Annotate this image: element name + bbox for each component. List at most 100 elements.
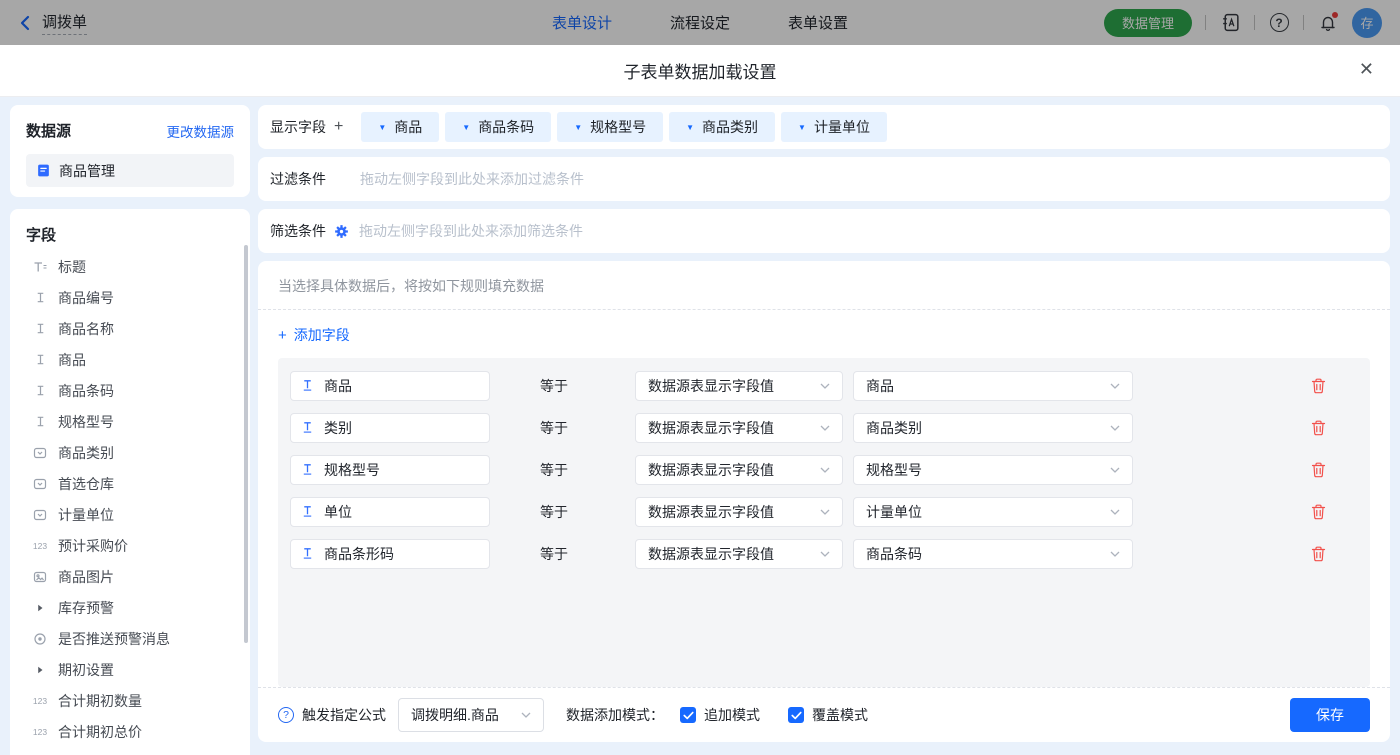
- add-field-button[interactable]: + 添加字段: [258, 310, 370, 358]
- filter-condition-label: 过滤条件: [270, 171, 326, 187]
- field-item[interactable]: 期初设置: [26, 654, 234, 685]
- display-field-tag[interactable]: ▼ 商品类别: [669, 112, 776, 142]
- delete-rule-icon[interactable]: [1311, 504, 1326, 520]
- caret-down-icon: ▼: [798, 122, 806, 132]
- field-item[interactable]: 商品图片: [26, 561, 234, 592]
- source-type-select[interactable]: 数据源表显示字段值: [635, 455, 843, 485]
- source-field-select[interactable]: 商品: [853, 371, 1133, 401]
- form-name[interactable]: 调拨单: [42, 11, 88, 35]
- topbar-tabs: 表单设计 流程设定 表单设置: [552, 12, 848, 33]
- fields-title: 字段: [26, 227, 57, 244]
- field-item[interactable]: 计量单位: [26, 499, 234, 530]
- chevron-down-icon: [1110, 425, 1120, 431]
- gear-icon[interactable]: [334, 224, 349, 239]
- source-field-select[interactable]: 商品类别: [853, 413, 1133, 443]
- tab-form-setting[interactable]: 表单设置: [788, 12, 848, 33]
- close-icon[interactable]: ✕: [1359, 60, 1374, 78]
- operator-label: 等于: [540, 504, 568, 520]
- field-item[interactable]: 商品类别: [26, 437, 234, 468]
- rule-row: 商品 等于 数据源表显示字段值 商品: [290, 371, 1358, 401]
- fields-panel: 字段 标题 商品编号 商品名称 商品 商品条码 规格型号 商品类别 首选仓库 计…: [10, 209, 250, 755]
- operator-label: 等于: [540, 420, 568, 436]
- add-display-field-button[interactable]: +: [334, 118, 343, 136]
- field-item[interactable]: 规格型号: [26, 406, 234, 437]
- target-field-input[interactable]: 类别: [290, 413, 490, 443]
- change-datasource-link[interactable]: 更改数据源: [167, 121, 235, 141]
- divider: [1254, 15, 1255, 30]
- delete-rule-icon[interactable]: [1311, 378, 1326, 394]
- field-item[interactable]: 商品名称: [26, 313, 234, 344]
- source-field-select[interactable]: 计量单位: [853, 497, 1133, 527]
- select-field-icon: [32, 446, 48, 460]
- source-field-select[interactable]: 商品条码: [853, 539, 1133, 569]
- rule-row: 单位 等于 数据源表显示字段值 计量单位: [290, 497, 1358, 527]
- group-expand-icon: [32, 665, 48, 675]
- title-field-icon: [32, 260, 48, 274]
- tab-flow-setting[interactable]: 流程设定: [670, 12, 730, 33]
- target-field-input[interactable]: 单位: [290, 497, 490, 527]
- formula-field-select[interactable]: 调拨明细.商品: [398, 698, 544, 732]
- caret-down-icon: ▼: [574, 122, 583, 132]
- data-manage-button[interactable]: 数据管理: [1103, 8, 1192, 37]
- help-icon[interactable]: ?: [1268, 12, 1290, 34]
- notification-bell-icon[interactable]: [1317, 11, 1339, 34]
- field-item[interactable]: 首选仓库: [26, 468, 234, 499]
- screen-placeholder: 拖动左侧字段到此处来添加筛选条件: [359, 223, 583, 239]
- display-field-tag[interactable]: ▼ 计量单位: [781, 112, 887, 142]
- field-item[interactable]: 标题: [26, 251, 234, 282]
- caret-down-icon: ▼: [686, 122, 695, 132]
- override-mode-checkbox[interactable]: 覆盖模式: [788, 705, 868, 725]
- chevron-down-icon: [820, 383, 830, 389]
- field-item[interactable]: 123 合计期初数量: [26, 685, 234, 716]
- target-field-input[interactable]: 商品: [290, 371, 490, 401]
- source-field-select[interactable]: 规格型号: [853, 455, 1133, 485]
- append-mode-checkbox[interactable]: 追加模式: [680, 705, 760, 725]
- main-settings: 显示字段 + ▼ 商品 ▼ 商品条码 ▼ 规格型号 ▼ 商品类别 ▼ 计量单位 过滤条件 …: [258, 105, 1390, 755]
- number-field-icon: 123: [32, 726, 48, 737]
- sidebar: 数据源 更改数据源 商品管理 字段 标题 商品编号 商品名称 商品 商品条码 规…: [10, 105, 250, 755]
- field-item[interactable]: 商品编号: [26, 282, 234, 313]
- field-item[interactable]: 123 预计采购价: [26, 530, 234, 561]
- avatar[interactable]: 存: [1352, 7, 1382, 38]
- field-item[interactable]: 123 合计期初总价: [26, 716, 234, 747]
- chevron-down-icon: [1110, 467, 1120, 473]
- display-field-tag[interactable]: ▼ 规格型号: [557, 112, 664, 142]
- chevron-down-icon: [820, 467, 830, 473]
- save-button[interactable]: 保存: [1290, 698, 1370, 732]
- fields-scrollbar[interactable]: [244, 245, 248, 643]
- display-field-tag[interactable]: ▼ 商品条码: [445, 112, 552, 142]
- operator-label: 等于: [540, 462, 568, 478]
- number-field-icon: 123: [32, 695, 48, 706]
- chevron-down-icon: [1110, 509, 1120, 515]
- rule-row: 商品条形码 等于 数据源表显示字段值 商品条码: [290, 539, 1358, 569]
- filter-condition-dropzone[interactable]: 过滤条件 拖动左侧字段到此处来添加过滤条件: [258, 157, 1390, 201]
- field-item[interactable]: 库存预警: [26, 592, 234, 623]
- screen-condition-dropzone[interactable]: 筛选条件 拖动左侧字段到此处来添加筛选条件: [258, 209, 1390, 253]
- delete-rule-icon[interactable]: [1311, 420, 1326, 436]
- target-field-input[interactable]: 规格型号: [290, 455, 490, 485]
- field-item[interactable]: 是否推送预警消息: [26, 623, 234, 654]
- target-field-input[interactable]: 商品条形码: [290, 539, 490, 569]
- divider: [1205, 15, 1206, 30]
- chevron-down-icon: [521, 712, 531, 718]
- help-icon[interactable]: ?: [278, 707, 294, 723]
- display-field-tag[interactable]: ▼ 商品: [361, 112, 440, 142]
- field-item[interactable]: 商品条码: [26, 375, 234, 406]
- field-item[interactable]: 商品: [26, 344, 234, 375]
- datasource-item[interactable]: 商品管理: [26, 154, 234, 187]
- contacts-icon[interactable]: [1219, 12, 1241, 34]
- tab-form-design[interactable]: 表单设计: [552, 12, 612, 33]
- delete-rule-icon[interactable]: [1311, 462, 1326, 478]
- source-type-select[interactable]: 数据源表显示字段值: [635, 413, 843, 443]
- source-type-select[interactable]: 数据源表显示字段值: [635, 497, 843, 527]
- source-type-select[interactable]: 数据源表显示字段值: [635, 371, 843, 401]
- text-field-icon: [32, 384, 48, 397]
- chevron-down-icon: [1110, 551, 1120, 557]
- text-field-icon: [32, 415, 48, 428]
- rule-row: 规格型号 等于 数据源表显示字段值 规格型号: [290, 455, 1358, 485]
- delete-rule-icon[interactable]: [1311, 546, 1326, 562]
- back-chevron-icon[interactable]: [18, 15, 32, 31]
- source-type-select[interactable]: 数据源表显示字段值: [635, 539, 843, 569]
- select-field-icon: [32, 477, 48, 491]
- text-field-icon: [32, 353, 48, 366]
